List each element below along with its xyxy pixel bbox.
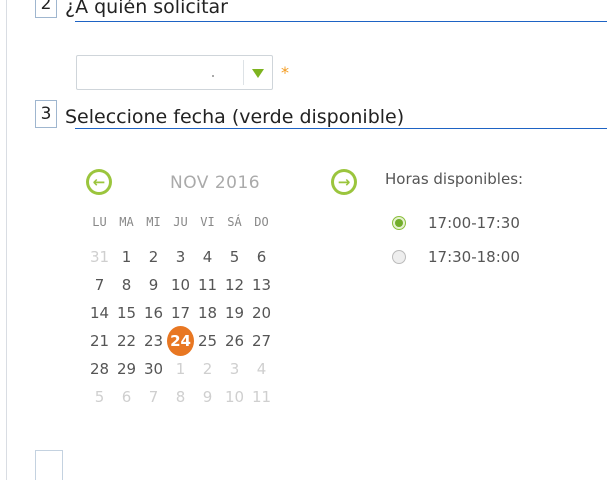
- calendar-day[interactable]: 1: [113, 243, 140, 271]
- prev-month-button[interactable]: ←: [86, 169, 112, 195]
- calendar-day[interactable]: 15: [113, 299, 140, 327]
- hours-title: Horas disponibles:: [385, 170, 524, 188]
- calendar-day[interactable]: 29: [113, 355, 140, 383]
- calendar-day-other-month: 8: [175, 388, 186, 406]
- calendar-day[interactable]: 5: [221, 243, 248, 271]
- calendar-header: ← NOV 2016 →: [86, 167, 358, 199]
- calendar-day[interactable]: 20: [248, 299, 275, 327]
- calendar-day[interactable]: 9: [140, 271, 167, 299]
- requester-select[interactable]: [76, 55, 273, 90]
- calendar-day[interactable]: 14: [86, 299, 113, 327]
- calendar-day-selected[interactable]: 24: [167, 326, 194, 356]
- calendar-grid: LU MA MI JU VI SÁ DO 31 1 2 3 4 5 6 7 8 9 10 11 12 13 14 15 16 1…: [86, 215, 275, 411]
- next-step-box: [35, 450, 63, 480]
- calendar-day-other-month: 3: [229, 360, 240, 378]
- month-label: NOV 2016: [170, 173, 261, 193]
- calendar-day-other-month: 1: [175, 360, 186, 378]
- required-marker: *: [281, 63, 289, 82]
- calendar-day[interactable]: 21: [86, 327, 113, 355]
- calendar-day[interactable]: 28: [86, 355, 113, 383]
- calendar-day-other-month: 31: [89, 248, 110, 266]
- calendar-day[interactable]: 16: [140, 299, 167, 327]
- calendar-day[interactable]: 27: [248, 327, 275, 355]
- calendar-day-other-month: 2: [202, 360, 213, 378]
- calendar-day-other-month: 6: [121, 388, 132, 406]
- next-month-button[interactable]: →: [331, 169, 357, 195]
- calendar-day[interactable]: 6: [248, 243, 275, 271]
- step-number: 2: [35, 0, 57, 18]
- weekday-label: MI: [146, 215, 161, 229]
- calendar-day[interactable]: 7: [86, 271, 113, 299]
- calendar-day[interactable]: 4: [194, 243, 221, 271]
- calendar-day[interactable]: 11: [194, 271, 221, 299]
- radio-button[interactable]: [392, 250, 406, 264]
- calendar-day[interactable]: 17: [167, 299, 194, 327]
- selected-day-badge: 24: [167, 326, 194, 356]
- time-slot-label: 17:30-18:00: [428, 248, 520, 266]
- time-slot-label: 17:00-17:30: [428, 214, 520, 232]
- step-title: Seleccione fecha (verde disponible): [65, 106, 405, 128]
- calendar-day-other-month: 4: [256, 360, 267, 378]
- weekday-label: JU: [173, 215, 188, 229]
- calendar-day[interactable]: 2: [140, 243, 167, 271]
- calendar-day[interactable]: 13: [248, 271, 275, 299]
- calendar-day[interactable]: 25: [194, 327, 221, 355]
- calendar-day-other-month: 7: [148, 388, 159, 406]
- calendar-day[interactable]: 26: [221, 327, 248, 355]
- calendar-day[interactable]: 23: [140, 327, 167, 355]
- arrow-left-icon: ←: [89, 172, 109, 192]
- step-3-header: 3 Seleccione fecha (verde disponible): [35, 100, 404, 128]
- select-dot: [212, 75, 214, 77]
- calendar-day[interactable]: 12: [221, 271, 248, 299]
- calendar-day[interactable]: 18: [194, 299, 221, 327]
- radio-button[interactable]: [392, 216, 406, 230]
- calendar-day-other-month: 10: [224, 388, 245, 406]
- calendar-day-other-month: 5: [94, 388, 105, 406]
- calendar-day[interactable]: 10: [167, 271, 194, 299]
- page-left-border: [6, 0, 7, 480]
- weekday-label: LU: [92, 215, 107, 229]
- arrow-right-icon: →: [334, 172, 354, 192]
- step-title: ¿A quién solicitar: [65, 0, 228, 18]
- calendar-day[interactable]: 30: [140, 355, 167, 383]
- time-slot-2[interactable]: 17:30-18:00: [392, 248, 520, 266]
- calendar-day-other-month: 9: [202, 388, 213, 406]
- weekday-label: VI: [200, 215, 215, 229]
- chevron-down-icon[interactable]: [252, 69, 264, 78]
- calendar-day[interactable]: 22: [113, 327, 140, 355]
- calendar-day[interactable]: 3: [167, 243, 194, 271]
- calendar-day[interactable]: 19: [221, 299, 248, 327]
- calendar-day[interactable]: 8: [113, 271, 140, 299]
- weekday-label: SÁ: [227, 215, 242, 229]
- step-3-underline: [75, 128, 607, 129]
- step-2-underline: [75, 21, 607, 22]
- select-divider: [243, 60, 244, 85]
- step-2-header: 2 ¿A quién solicitar: [35, 0, 228, 18]
- step-number: 3: [35, 100, 57, 128]
- time-slot-1[interactable]: 17:00-17:30: [392, 214, 520, 232]
- weekday-label: DO: [254, 215, 269, 229]
- weekday-label: MA: [119, 215, 134, 229]
- calendar-day-other-month: 11: [251, 388, 272, 406]
